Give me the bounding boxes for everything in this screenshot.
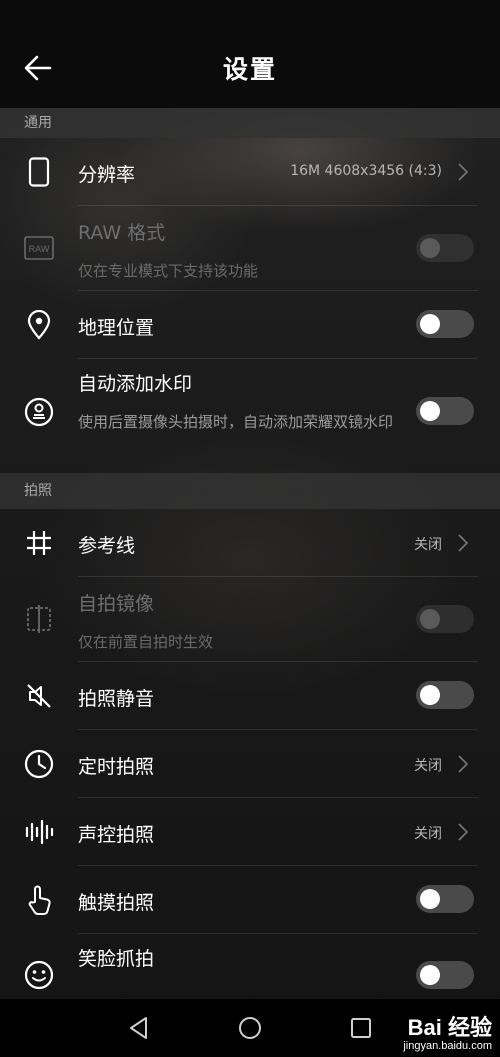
watermark-brand: Bai 经验 [407, 1015, 492, 1040]
location-pin-icon [22, 308, 56, 342]
nav-recent-icon[interactable] [346, 1013, 376, 1043]
mirror-toggle [416, 605, 474, 633]
clock-icon [22, 747, 56, 781]
setting-row-smile[interactable]: 笑脸抓拍 [0, 934, 500, 999]
phone-outline-icon [22, 155, 56, 189]
app-header: 设置 [0, 0, 500, 108]
chevron-right-icon [458, 823, 469, 841]
setting-label: 分辨率 [78, 164, 136, 186]
setting-row-resolution[interactable]: 分辨率 16M 4608x3456 (4:3) [0, 138, 500, 206]
setting-row-mute[interactable]: 拍照静音 [0, 662, 500, 729]
setting-label: RAW 格式 [78, 222, 166, 244]
setting-label: 自拍镜像 [78, 593, 155, 615]
setting-row-grid[interactable]: 参考线 关闭 [0, 509, 500, 576]
setting-row-touch[interactable]: 触摸拍照 [0, 866, 500, 933]
mirror-icon [22, 602, 56, 636]
speaker-muted-icon [22, 679, 56, 713]
setting-value: 关闭 [414, 537, 442, 553]
smiley-icon [22, 958, 56, 992]
nav-home-icon[interactable] [235, 1013, 265, 1043]
setting-label: 自动添加水印 [78, 373, 193, 395]
mute-toggle[interactable] [416, 681, 474, 709]
smile-toggle[interactable] [416, 961, 474, 989]
setting-value: 16M 4608x3456 (4:3) [290, 163, 442, 179]
watermark-url: jingyan.baidu.com [403, 1040, 492, 1052]
setting-label: 声控拍照 [78, 824, 155, 846]
raw-icon: RAW [22, 231, 56, 265]
setting-row-timer[interactable]: 定时拍照 关闭 [0, 730, 500, 797]
setting-description: 仅在前置自拍时生效 [78, 633, 214, 651]
grid-hash-icon [22, 526, 56, 560]
setting-label: 拍照静音 [78, 688, 155, 710]
stamp-icon [22, 395, 56, 429]
soundwave-icon [22, 815, 56, 849]
setting-description: 使用后置摄像头拍摄时，自动添加荣耀双镜水印 [78, 413, 394, 431]
chevron-right-icon [458, 163, 469, 181]
chevron-right-icon [458, 534, 469, 552]
section-header-photo: 拍照 [0, 473, 500, 509]
touch-hand-icon [22, 883, 56, 917]
location-toggle[interactable] [416, 310, 474, 338]
setting-row-voice[interactable]: 声控拍照 关闭 [0, 798, 500, 865]
setting-row-watermark[interactable]: 自动添加水印 使用后置摄像头拍摄时，自动添加荣耀双镜水印 [0, 359, 500, 465]
setting-row-mirror: 自拍镜像 仅在前置自拍时生效 [0, 577, 500, 661]
setting-value: 关闭 [414, 826, 442, 842]
nav-back-icon[interactable] [124, 1013, 154, 1043]
raw-toggle [416, 234, 474, 262]
setting-label: 笑脸抓拍 [78, 948, 155, 970]
setting-label: 触摸拍照 [78, 892, 155, 914]
setting-label: 地理位置 [78, 317, 155, 339]
baidu-jingyan-watermark: Bai 经验 jingyan.baidu.com [403, 1016, 492, 1053]
setting-label: 定时拍照 [78, 756, 155, 778]
setting-label: 参考线 [78, 535, 136, 557]
watermark-toggle[interactable] [416, 397, 474, 425]
svg-text:RAW: RAW [29, 244, 50, 254]
page-title: 设置 [222, 55, 277, 84]
setting-row-location[interactable]: 地理位置 [0, 291, 500, 358]
setting-description: 仅在专业模式下支持该功能 [78, 262, 259, 280]
system-nav-bar: Bai 经验 jingyan.baidu.com [0, 999, 500, 1057]
section-header-general: 通用 [0, 108, 500, 138]
setting-value: 关闭 [414, 758, 442, 774]
chevron-right-icon [458, 755, 469, 773]
setting-row-raw: RAW RAW 格式 仅在专业模式下支持该功能 [0, 206, 500, 290]
touch-toggle[interactable] [416, 885, 474, 913]
